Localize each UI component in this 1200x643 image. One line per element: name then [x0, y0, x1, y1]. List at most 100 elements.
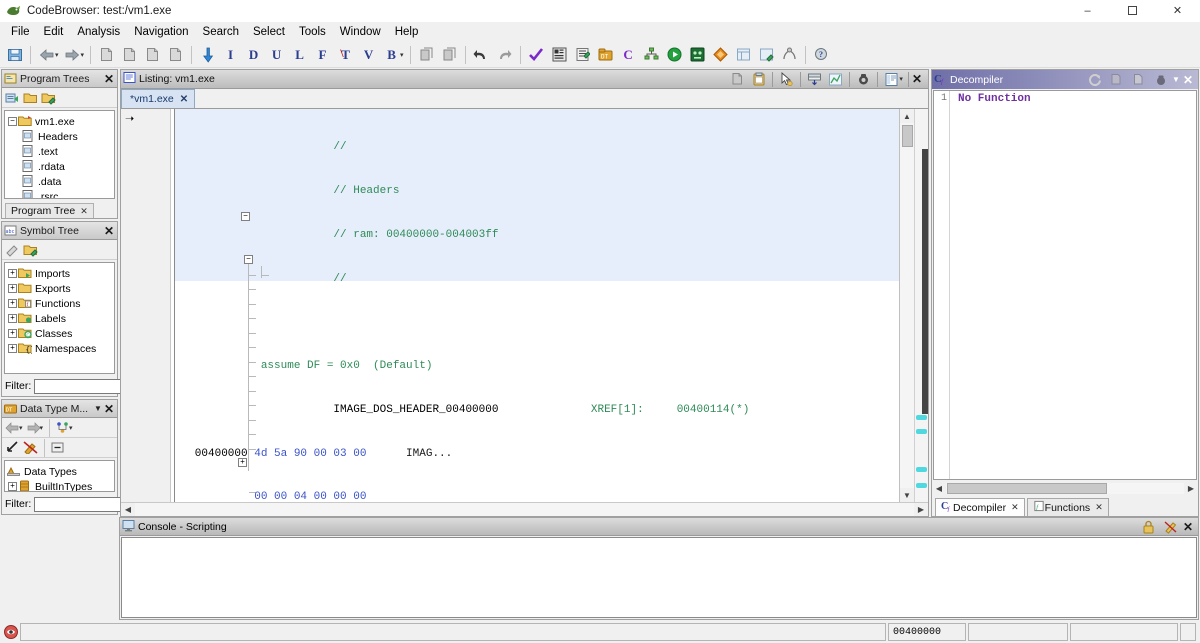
copy-decompiler-icon[interactable]: [1107, 71, 1126, 88]
dtm-menu-icon[interactable]: ▼: [94, 404, 102, 413]
data-not-in-function-icon[interactable]: V: [358, 44, 379, 65]
copy-icon[interactable]: [728, 70, 747, 88]
expand-toggle-icon[interactable]: +: [7, 283, 18, 294]
create-folder-icon[interactable]: [4, 89, 21, 106]
clone-window-icon[interactable]: [165, 44, 186, 65]
dec-hscroll-track[interactable]: [946, 483, 1184, 494]
symbol-node-labels[interactable]: + Labels: [7, 311, 112, 326]
dtm-forward-dropdown-icon[interactable]: ▾: [40, 424, 44, 432]
label-marker-icon[interactable]: L: [289, 44, 310, 65]
instruction-marker-icon[interactable]: I: [220, 44, 241, 65]
goto-address-icon[interactable]: [197, 44, 218, 65]
listing-marker-margin[interactable]: [914, 109, 928, 502]
expand-toggle-icon[interactable]: +: [7, 343, 18, 354]
minimize-button[interactable]: –: [1065, 0, 1110, 22]
decompiler-horizontal-scrollbar[interactable]: ◀ ▶: [932, 481, 1198, 496]
scroll-right-icon[interactable]: ▶: [914, 503, 928, 516]
forward-arrow-icon[interactable]: [62, 44, 83, 65]
data-type-manager-icon[interactable]: C: [618, 44, 639, 65]
hscroll-track[interactable]: [135, 503, 914, 516]
tab-functions[interactable]: f Functions ✕: [1027, 498, 1109, 516]
edit-field-icon[interactable]: [805, 70, 824, 88]
lock-snapshot-icon[interactable]: [854, 70, 873, 88]
dtm-clear-filter-icon[interactable]: [22, 439, 39, 456]
emulator-icon[interactable]: [687, 44, 708, 65]
close-listing-icon[interactable]: ✕: [912, 73, 922, 85]
scroll-left-icon[interactable]: ◀: [121, 503, 135, 516]
tree-item-text[interactable]: .text: [7, 144, 112, 159]
symbol-node-functions[interactable]: + f Functions: [7, 296, 112, 311]
dtm-collapse-icon[interactable]: [49, 439, 66, 456]
dtm-body[interactable]: Data Types + BuiltInTypes +: [4, 460, 115, 492]
close-program-trees-icon[interactable]: ✕: [104, 73, 114, 85]
symbol-node-imports[interactable]: + Imports: [7, 266, 112, 281]
listing-vertical-scrollbar[interactable]: ▲ ▼: [899, 109, 914, 502]
close-decompiler-icon[interactable]: ✕: [1183, 74, 1193, 86]
bookmark-marker-icon[interactable]: B: [381, 44, 402, 65]
instruction-not-in-function-icon[interactable]: T\: [335, 44, 356, 65]
symbol-tree-body[interactable]: + Imports + Exports: [4, 262, 115, 374]
refresh-decompiler-icon[interactable]: [1085, 71, 1104, 88]
marker-cyan[interactable]: [916, 429, 927, 434]
help-icon[interactable]: ?: [811, 44, 832, 65]
close-button[interactable]: ✕: [1155, 0, 1200, 22]
menu-edit[interactable]: Edit: [37, 24, 71, 40]
save-icon[interactable]: [4, 44, 25, 65]
menu-file[interactable]: File: [4, 24, 37, 40]
function-graph-icon[interactable]: [641, 44, 662, 65]
close-dtm-icon[interactable]: ✕: [104, 403, 114, 415]
marker-cyan[interactable]: [916, 467, 927, 472]
console-output[interactable]: [121, 537, 1197, 618]
dtm-filter-dropdown-icon[interactable]: ▾: [69, 424, 73, 432]
scroll-down-icon[interactable]: ▼: [900, 488, 914, 502]
symbol-node-namespaces[interactable]: + {} Namespaces: [7, 341, 112, 356]
tab-decompiler[interactable]: Cf Decompiler ✕: [935, 498, 1025, 516]
snapshot-icon[interactable]: [142, 44, 163, 65]
menu-navigation[interactable]: Navigation: [127, 24, 195, 40]
expand-toggle-icon[interactable]: +: [7, 313, 18, 324]
paste-special-icon[interactable]: [119, 44, 140, 65]
decompiler-code[interactable]: No Function: [950, 91, 1196, 479]
browser-options-icon[interactable]: [882, 70, 901, 88]
back-arrow-icon[interactable]: [36, 44, 57, 65]
auto-analyze-check-icon[interactable]: [526, 44, 547, 65]
close-symbol-tree-icon[interactable]: ✕: [104, 225, 114, 237]
call-tree-icon[interactable]: [779, 44, 800, 65]
expand-toggle-icon[interactable]: +: [7, 298, 18, 309]
undefined-marker-icon[interactable]: U: [266, 44, 287, 65]
tree-item-data[interactable]: .data: [7, 174, 112, 189]
tab-vm1-exe[interactable]: *vm1.exe ✕: [121, 89, 195, 108]
expand-toggle-icon[interactable]: +: [7, 328, 18, 339]
redo-icon[interactable]: [494, 44, 515, 65]
tree-item-headers[interactable]: Headers: [7, 129, 112, 144]
dtm-root[interactable]: Data Types: [7, 464, 112, 479]
expand-toggle-icon[interactable]: +: [7, 268, 18, 279]
marker-cyan[interactable]: [916, 415, 927, 420]
menu-search[interactable]: Search: [196, 24, 246, 40]
menu-analysis[interactable]: Analysis: [70, 24, 127, 40]
symbol-node-classes[interactable]: + C Classes: [7, 326, 112, 341]
dtm-back-dropdown-icon[interactable]: ▾: [19, 424, 23, 432]
lock-console-icon[interactable]: [1140, 519, 1158, 535]
tree-item-rdata[interactable]: .rdata: [7, 159, 112, 174]
menu-help[interactable]: Help: [388, 24, 426, 40]
scroll-track[interactable]: [900, 123, 914, 488]
data-marker-icon[interactable]: D: [243, 44, 264, 65]
export-c-icon[interactable]: [1129, 71, 1148, 88]
listing-code[interactable]: // // Headers // ram: 00400000-004003ff …: [175, 109, 899, 502]
marker-cyan[interactable]: [916, 483, 927, 488]
next-diff-icon[interactable]: [416, 44, 437, 65]
prev-diff-icon[interactable]: [439, 44, 460, 65]
diff-view-icon[interactable]: [710, 44, 731, 65]
decompiler-menu-icon[interactable]: ▼: [1172, 75, 1180, 84]
clear-console-icon[interactable]: [1162, 519, 1180, 535]
close-tab-icon[interactable]: ✕: [1095, 502, 1103, 513]
debugger-launch-icon[interactable]: [664, 44, 685, 65]
maximize-button[interactable]: [1110, 0, 1155, 22]
snapshot-decompiler-icon[interactable]: [1151, 71, 1170, 88]
structure-editor-icon[interactable]: [733, 44, 754, 65]
symbol-node-exports[interactable]: + Exports: [7, 281, 112, 296]
select-cursor-icon[interactable]: [777, 70, 796, 88]
dtm-node-builtintypes[interactable]: + BuiltInTypes: [7, 479, 112, 492]
undo-icon[interactable]: [471, 44, 492, 65]
